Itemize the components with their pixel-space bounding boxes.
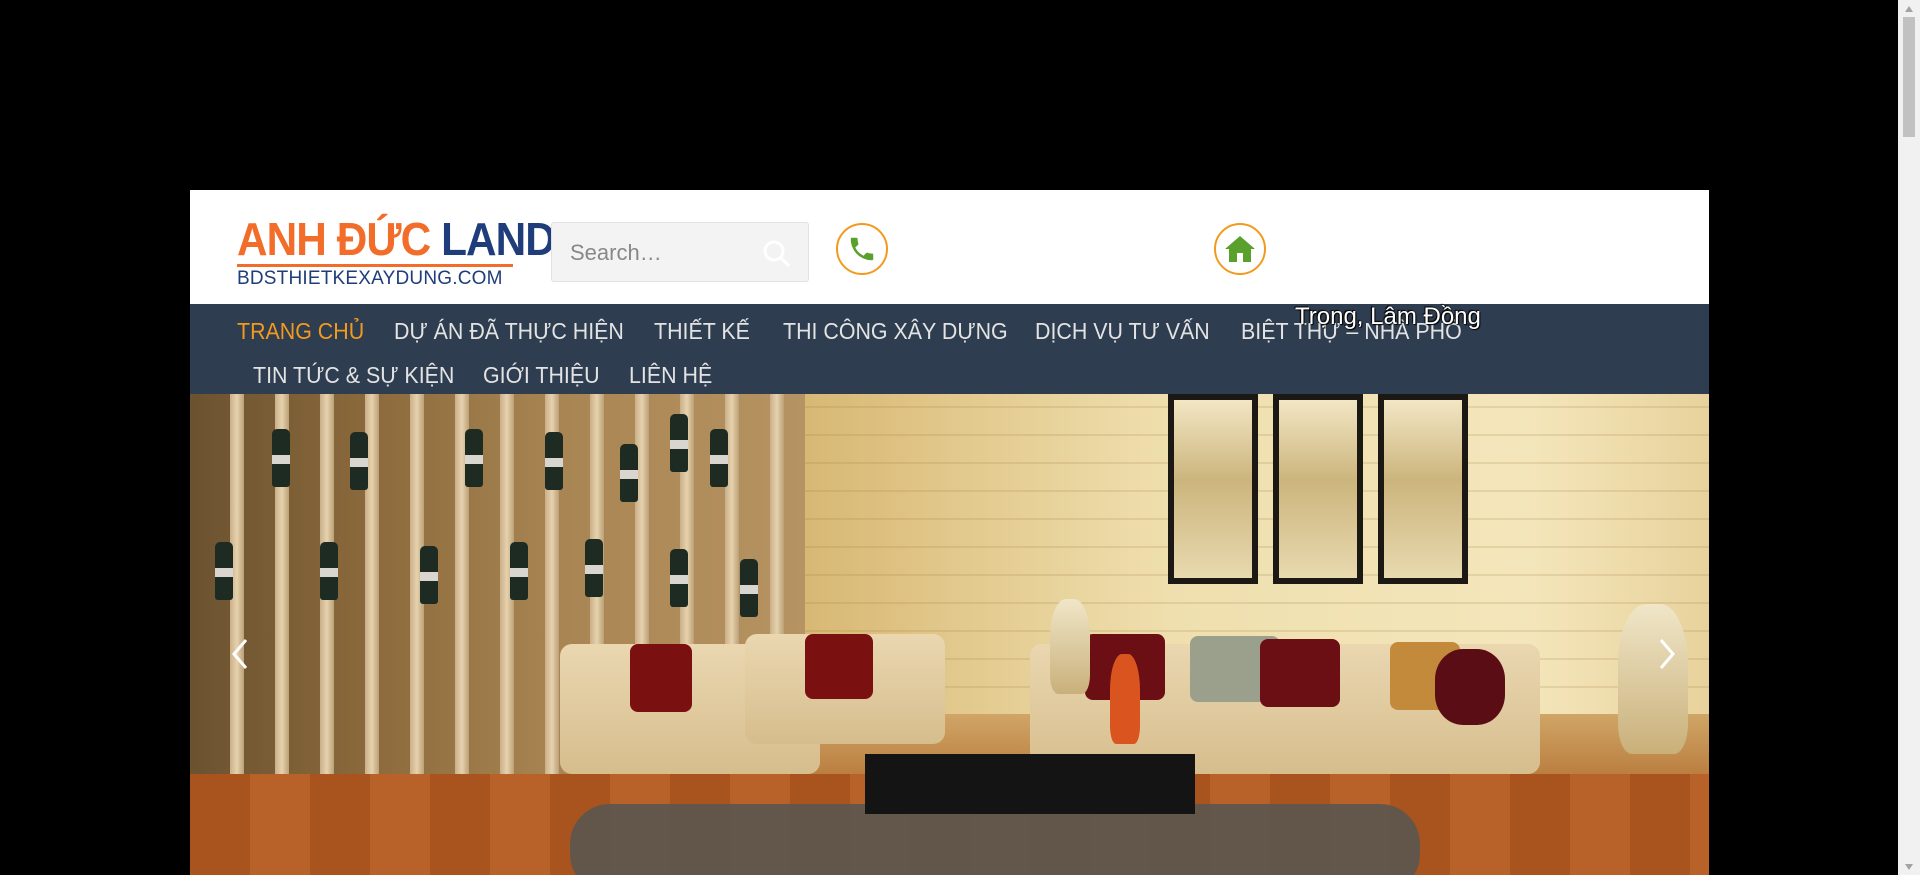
- nav-item-contact[interactable]: LIÊN HỆ: [629, 362, 712, 389]
- phone-icon[interactable]: [836, 223, 888, 275]
- main-navigation: TRANG CHỦ DỰ ÁN ĐÃ THỰC HIỆN THIẾT KẾ TH…: [190, 304, 1709, 394]
- logo-part-2: LAND: [441, 213, 556, 265]
- search-input[interactable]: [552, 223, 772, 283]
- chevron-right-icon: [1659, 639, 1675, 669]
- overlay-location-text: Trọng, Lâm Đồng: [1295, 303, 1481, 330]
- caret-up-icon: [1905, 5, 1913, 12]
- logo-part-1: ANH ĐỨC: [237, 213, 431, 265]
- slider-prev-arrow[interactable]: [225, 634, 255, 674]
- slide-painting-1: [1168, 394, 1258, 584]
- nav-item-construction[interactable]: THI CÔNG XÂY DỰNG: [783, 318, 1008, 345]
- nav-item-news-events[interactable]: TIN TỨC & SỰ KIỆN: [253, 362, 454, 389]
- hero-slider: [190, 394, 1709, 875]
- slide-vase-right: [1618, 604, 1688, 754]
- nav-item-projects[interactable]: DỰ ÁN ĐÃ THỰC HIỆN: [394, 318, 624, 345]
- logo-subtitle: BDSTHIETKEXAYDUNG.COM: [237, 268, 503, 289]
- nav-item-design[interactable]: THIẾT KẾ: [654, 318, 750, 345]
- slide-vase-left: [1050, 599, 1090, 694]
- logo-wordmark: ANH ĐỨC LAND: [237, 213, 556, 265]
- search-box: [551, 222, 809, 283]
- nav-item-consulting[interactable]: DỊCH VỤ TƯ VẤN: [1035, 318, 1210, 345]
- chevron-left-icon: [232, 639, 248, 669]
- slide-vase: [1110, 654, 1140, 744]
- home-icon[interactable]: [1214, 223, 1266, 275]
- slide-image-living-room: [190, 394, 1709, 875]
- nav-item-home[interactable]: TRANG CHỦ: [237, 318, 364, 345]
- site-logo[interactable]: ANH ĐỨC LAND BDSTHIETKEXAYDUNG.COM: [237, 213, 556, 290]
- scroll-down-arrow[interactable]: [1898, 858, 1920, 875]
- slide-painting-2: [1273, 394, 1363, 584]
- site-header: ANH ĐỨC LAND BDSTHIETKEXAYDUNG.COM: [190, 190, 1709, 304]
- slider-next-arrow[interactable]: [1652, 634, 1682, 674]
- nav-item-about[interactable]: GIỚI THIỆU: [483, 362, 600, 389]
- slide-coffee-table: [865, 754, 1195, 814]
- slide-rug: [570, 804, 1420, 875]
- scroll-up-arrow[interactable]: [1898, 0, 1920, 17]
- scrollbar-thumb[interactable]: [1903, 17, 1915, 137]
- caret-down-icon: [1905, 863, 1913, 870]
- page-container: ANH ĐỨC LAND BDSTHIETKEXAYDUNG.COM Searc…: [190, 190, 1709, 875]
- slide-painting-3: [1378, 394, 1468, 584]
- search-icon[interactable]: [762, 239, 790, 267]
- page-scrollbar[interactable]: [1898, 0, 1920, 875]
